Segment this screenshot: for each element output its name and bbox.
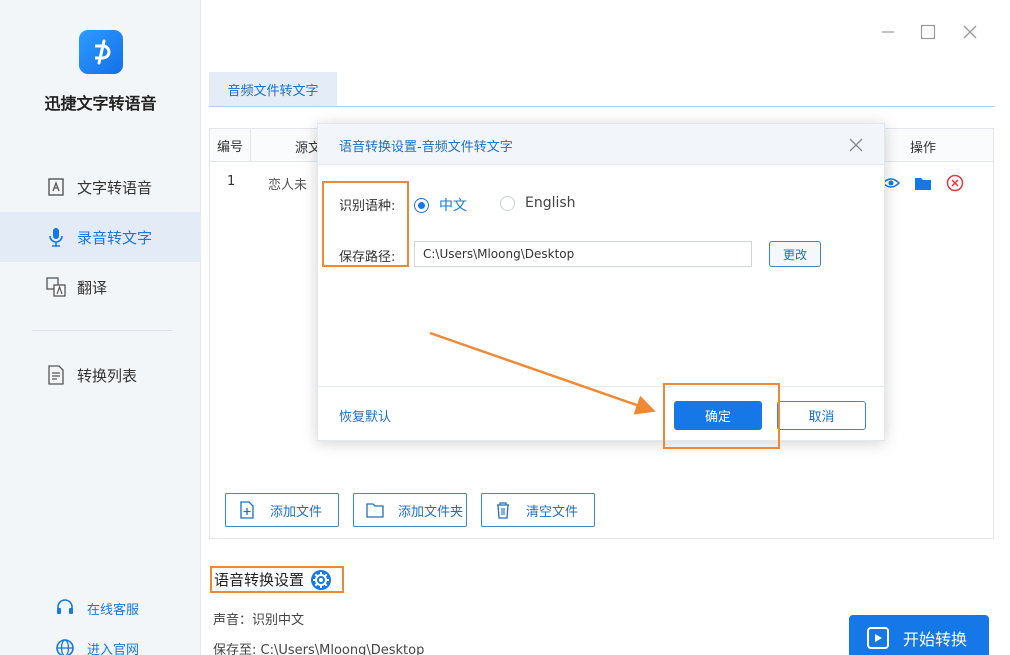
tab-underline: [209, 106, 995, 107]
app-logo-icon: [79, 30, 123, 74]
close-icon[interactable]: [958, 20, 982, 44]
radio-dot: [414, 197, 429, 213]
maximize-icon[interactable]: [916, 20, 940, 44]
sidebar-item-conversion-list[interactable]: 转换列表: [0, 350, 200, 400]
save-path-info: 保存至: C:\Users\Mloong\Desktop: [213, 643, 425, 655]
header-ops: 操作: [910, 141, 937, 156]
change-path-button[interactable]: 更改: [769, 241, 821, 267]
sidebar-item-label: 文字转语音: [77, 178, 153, 197]
sidebar-item-text-to-speech[interactable]: 文字转语音: [0, 162, 200, 212]
sidebar-item-label: 录音转文字: [77, 228, 153, 247]
translate-icon: [45, 276, 67, 298]
speech-settings-title[interactable]: 语音转换设置: [210, 566, 344, 593]
start-conversion-label: 开始转换: [903, 630, 968, 649]
row-num: 1: [227, 174, 236, 189]
microphone-icon: [45, 226, 67, 248]
radio-english[interactable]: English: [500, 195, 576, 211]
cancel-button[interactable]: 取消: [777, 401, 866, 430]
save-path-input[interactable]: [414, 241, 752, 267]
play-icon: [867, 627, 889, 649]
radio-dot: [500, 195, 515, 211]
tab-audio-to-text[interactable]: 音频文件转文字: [209, 72, 337, 106]
folder-icon[interactable]: [913, 173, 933, 193]
radio-chinese-label: 中文: [439, 198, 467, 214]
sidebar-item-translate[interactable]: 翻译: [0, 262, 200, 312]
list-icon: [45, 364, 67, 386]
minimize-icon[interactable]: [876, 20, 900, 44]
sidebar-item-label: 翻译: [77, 278, 108, 297]
app-name: 迅捷文字转语音: [44, 94, 157, 113]
add-file-icon: [238, 501, 256, 519]
sidebar-item-label: 转换列表: [77, 366, 138, 385]
clear-files-label: 清空文件: [526, 504, 579, 520]
dialog-separator: [318, 386, 884, 387]
add-file-button[interactable]: 添加文件: [225, 493, 339, 527]
save-path-label: 保存路径:: [339, 250, 396, 265]
settings-dialog: 语音转换设置-音频文件转文字 识别语种: 中文 English 保存路径: 更改…: [317, 123, 885, 441]
gear-icon[interactable]: [310, 569, 332, 591]
voice-info: 声音：识别中文: [213, 613, 305, 628]
sidebar: 迅捷文字转语音 文字转语音 录音转文字 翻译 转换列表 在线客服 进入官网: [0, 0, 201, 655]
text-doc-icon: [45, 176, 67, 198]
language-label: 识别语种:: [339, 199, 396, 214]
speech-settings-label: 语音转换设置: [214, 571, 305, 589]
globe-icon: [55, 638, 75, 655]
radio-chinese[interactable]: 中文: [414, 195, 467, 215]
sidebar-divider: [32, 330, 172, 331]
headset-icon: [55, 598, 75, 618]
website-link[interactable]: 进入官网: [55, 638, 139, 655]
start-conversion-button[interactable]: 开始转换: [849, 615, 989, 655]
dialog-header: 语音转换设置-音频文件转文字: [318, 124, 884, 165]
clear-files-button[interactable]: 清空文件: [481, 493, 595, 527]
trash-icon: [494, 501, 512, 519]
dialog-title: 语音转换设置-音频文件转文字: [339, 140, 513, 155]
sidebar-item-speech-to-text[interactable]: 录音转文字: [0, 212, 200, 262]
dialog-close-icon[interactable]: [846, 135, 866, 155]
confirm-button[interactable]: 确定: [674, 401, 762, 430]
online-service-link[interactable]: 在线客服: [55, 598, 139, 618]
add-folder-button[interactable]: 添加文件夹: [353, 493, 467, 527]
website-label: 进入官网: [87, 642, 140, 655]
add-folder-label: 添加文件夹: [398, 504, 464, 520]
delete-icon[interactable]: [945, 173, 965, 193]
radio-english-label: English: [525, 195, 576, 211]
folder-outline-icon: [366, 501, 384, 519]
row-filename: 恋人未: [268, 178, 308, 193]
online-service-label: 在线客服: [87, 602, 140, 618]
header-num: 编号: [210, 129, 251, 162]
add-file-label: 添加文件: [270, 504, 323, 520]
restore-default-link[interactable]: 恢复默认: [339, 406, 391, 425]
